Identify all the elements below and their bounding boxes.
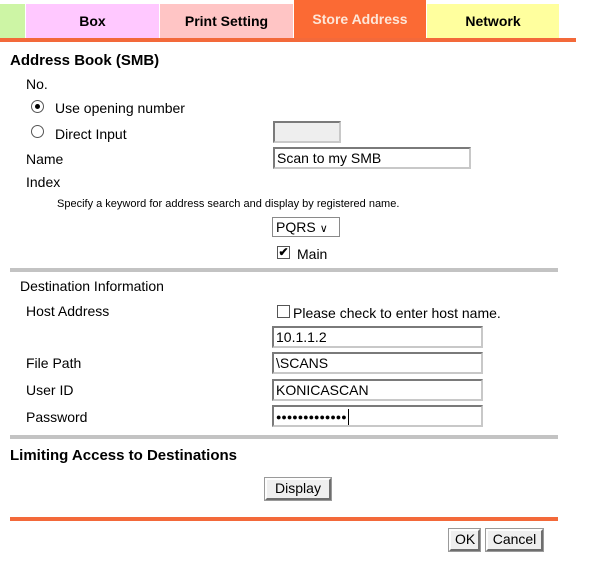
tab-network[interactable]: Network [427, 4, 559, 38]
password-input[interactable]: ●●●●●●●●●●●●● [272, 405, 483, 427]
tab-box[interactable]: Box [26, 4, 159, 38]
section-title-limiting-access: Limiting Access to Destinations [10, 447, 237, 464]
host-address-label: Host Address [26, 303, 110, 319]
direct-input-radio[interactable] [31, 125, 44, 138]
cancel-button[interactable]: Cancel [485, 528, 544, 552]
name-label: Name [26, 151, 64, 167]
ok-button[interactable]: OK [448, 528, 481, 552]
tab-underline [0, 38, 576, 42]
index-select-value: PQRS [276, 219, 316, 235]
index-label: Index [26, 174, 61, 190]
use-opening-number-radio[interactable] [31, 100, 44, 113]
footer-divider [10, 517, 558, 521]
password-masked-value: ●●●●●●●●●●●●● [276, 412, 347, 422]
main-checkbox-label: Main [297, 246, 328, 262]
file-path-input[interactable]: \SCANS [272, 352, 483, 374]
display-button[interactable]: Display [264, 477, 332, 501]
host-address-input[interactable]: 10.1.1.2 [272, 326, 483, 348]
password-label: Password [26, 409, 88, 425]
section-divider [10, 435, 558, 439]
main-checkbox[interactable]: ✔ [277, 246, 290, 259]
use-opening-number-label: Use opening number [55, 100, 185, 116]
direct-input-label: Direct Input [55, 126, 127, 142]
direct-input-field[interactable] [273, 121, 341, 143]
section-divider [10, 268, 558, 272]
tab-store-address[interactable]: Store Address [294, 0, 426, 38]
section-title-destination: Destination Information [20, 278, 164, 294]
index-select[interactable]: PQRS ∨ [272, 217, 340, 237]
name-input[interactable]: Scan to my SMB [273, 147, 471, 169]
index-hint: Specify a keyword for address search and… [57, 198, 400, 210]
chevron-down-icon: ∨ [319, 223, 328, 235]
section-title-address-book: Address Book (SMB) [10, 52, 160, 69]
user-id-input[interactable]: KONICASCAN [272, 379, 483, 401]
no-label: No. [26, 76, 48, 92]
host-name-checkbox-label: Please check to enter host name. [293, 305, 501, 321]
user-id-label: User ID [26, 382, 74, 398]
host-name-checkbox[interactable] [277, 305, 290, 318]
text-caret [347, 408, 349, 425]
tab-print-setting[interactable]: Print Setting [160, 4, 293, 38]
tab-unlabeled[interactable] [0, 4, 25, 38]
file-path-label: File Path [26, 355, 82, 371]
